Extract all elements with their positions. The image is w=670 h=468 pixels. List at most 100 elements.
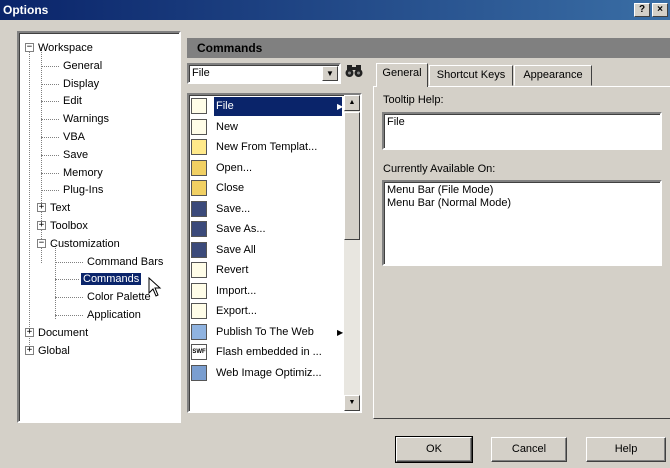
tree-item-application[interactable]: Application	[85, 306, 143, 324]
command-item[interactable]: Save...	[189, 200, 344, 219]
command-item-label: Flash embedded in ...	[216, 346, 322, 358]
import-icon	[191, 282, 207, 299]
tree-item-text[interactable]: Text	[48, 199, 72, 217]
tree-item-label: Customization	[50, 237, 120, 250]
tooltip-help-field[interactable]: File	[382, 112, 662, 150]
cancel-button[interactable]: Cancel	[491, 437, 567, 462]
tree-item-label: Commands	[81, 273, 142, 286]
available-on-line: Menu Bar (Normal Mode)	[387, 197, 512, 209]
tree-item-display[interactable]: Display	[61, 75, 101, 93]
command-item[interactable]: Open...	[189, 159, 344, 178]
tree-item-label: Plug-Ins	[63, 184, 104, 197]
scroll-thumb[interactable]	[344, 112, 360, 240]
tree-item-vba[interactable]: VBA	[61, 128, 87, 146]
command-item-label: Save...	[216, 202, 251, 215]
category-select[interactable]: File ▼	[187, 63, 341, 84]
tree-item-label: Command Bars	[87, 255, 164, 268]
chevron-down-icon[interactable]: ▼	[322, 66, 338, 81]
tooltip-help-label: Tooltip Help:	[383, 94, 444, 106]
expand-icon[interactable]: +	[25, 327, 34, 337]
tree-item-global[interactable]: Global	[36, 342, 72, 360]
tree-item-commands[interactable]: Commands	[81, 270, 142, 288]
tree-item-memory[interactable]: Memory	[61, 164, 105, 182]
floppy-icon	[191, 241, 207, 258]
tree-item-label: Display	[63, 77, 100, 90]
options-tree[interactable]: − Workspace General Display Edit Warnings VBA S…	[17, 31, 181, 423]
page-icon	[191, 98, 207, 114]
tree-item-document[interactable]: Document	[36, 324, 90, 342]
tree-item-warnings[interactable]: Warnings	[61, 110, 111, 128]
available-on-field[interactable]: Menu Bar (File Mode) Menu Bar (Normal Mo…	[382, 180, 662, 266]
command-item-label: New From Templat...	[216, 141, 318, 153]
command-list-scrollbar[interactable]: ▲ ▼	[344, 95, 360, 411]
command-item[interactable]: Close	[189, 179, 344, 198]
command-item[interactable]: File ▶	[189, 97, 344, 116]
collapse-icon[interactable]: −	[25, 43, 34, 52]
command-item-label: Export...	[216, 305, 257, 317]
open-folder-icon	[191, 159, 207, 176]
tree-item-label: Memory	[63, 166, 103, 179]
command-item-label: Open...	[216, 161, 253, 174]
new-page-icon	[191, 118, 207, 135]
collapse-icon[interactable]: −	[37, 238, 46, 248]
command-item[interactable]: Revert	[189, 261, 344, 280]
tree-item-label: Toolbox	[50, 220, 88, 232]
scroll-up-button[interactable]: ▲	[344, 95, 360, 111]
expand-icon[interactable]: +	[37, 221, 46, 230]
tree-item-save[interactable]: Save	[61, 146, 90, 164]
close-title-button[interactable]: ×	[652, 3, 668, 17]
binoculars-icon[interactable]	[343, 63, 365, 85]
tree-item-label: Document	[38, 326, 89, 339]
command-item[interactable]: Publish To The Web ▶	[189, 323, 344, 342]
tree-item-color-palette[interactable]: Color Palette	[85, 288, 153, 306]
web-image-icon	[191, 364, 207, 381]
tree-item-command-bars[interactable]: Command Bars	[85, 253, 165, 271]
commands-header: Commands	[187, 38, 670, 58]
scroll-down-button[interactable]: ▼	[344, 395, 360, 411]
command-item-label: Save All	[216, 243, 256, 256]
tree-item-edit[interactable]: Edit	[61, 92, 84, 110]
tree-item-toolbox[interactable]: Toolbox	[48, 217, 90, 235]
command-item-label: Web Image Optimiz...	[216, 366, 322, 379]
tab-shortcut-keys[interactable]: Shortcut Keys	[429, 65, 513, 86]
help-button[interactable]: Help	[586, 437, 666, 462]
tree-item-label: Edit	[63, 95, 82, 108]
template-icon	[191, 139, 207, 155]
expand-icon[interactable]: +	[25, 345, 34, 355]
command-item-label: Import...	[216, 284, 257, 297]
command-item[interactable]: SWF Flash embedded in ...	[189, 343, 344, 362]
command-list[interactable]: File ▶ New New From Templat... Open... Close S…	[187, 93, 362, 413]
command-item[interactable]: Web Image Optimiz...	[189, 364, 344, 383]
tree-item-workspace[interactable]: Workspace	[36, 39, 95, 57]
tab-appearance[interactable]: Appearance	[514, 65, 592, 86]
command-item-label: New	[216, 120, 239, 133]
command-item-label: Revert	[216, 264, 249, 276]
tree-item-customization[interactable]: Customization	[48, 235, 122, 253]
submenu-arrow-icon: ▶	[337, 327, 344, 337]
tree-item-label: Global	[38, 344, 70, 357]
command-item-label: Save As...	[216, 223, 266, 235]
floppy-icon	[191, 200, 207, 217]
command-item[interactable]: Save All	[189, 241, 344, 260]
title-bar: Options ? ×	[0, 0, 670, 20]
tree-item-label: Warnings	[63, 113, 110, 126]
command-item-label: File	[214, 97, 342, 116]
command-item[interactable]: New	[189, 118, 344, 137]
help-title-button[interactable]: ?	[634, 3, 650, 17]
tree-item-label: General	[63, 59, 103, 72]
tab-general[interactable]: General	[376, 63, 428, 87]
tree-item-label: Save	[63, 148, 89, 161]
command-item[interactable]: Export...	[189, 302, 344, 321]
tree-item-plug-ins[interactable]: Plug-Ins	[61, 181, 105, 199]
command-item[interactable]: Save As...	[189, 220, 344, 239]
ok-button[interactable]: OK	[395, 436, 473, 463]
command-item[interactable]: Import...	[189, 282, 344, 301]
submenu-arrow-icon: ▶	[337, 102, 344, 111]
command-item-label: Close	[216, 182, 245, 194]
tree-item-general[interactable]: General	[61, 57, 104, 75]
floppy-icon	[191, 221, 207, 237]
expand-icon[interactable]: +	[37, 203, 46, 213]
command-item[interactable]: New From Templat...	[189, 138, 344, 157]
window-title: Options	[3, 3, 49, 17]
tree-item-label: Color Palette	[87, 291, 151, 304]
